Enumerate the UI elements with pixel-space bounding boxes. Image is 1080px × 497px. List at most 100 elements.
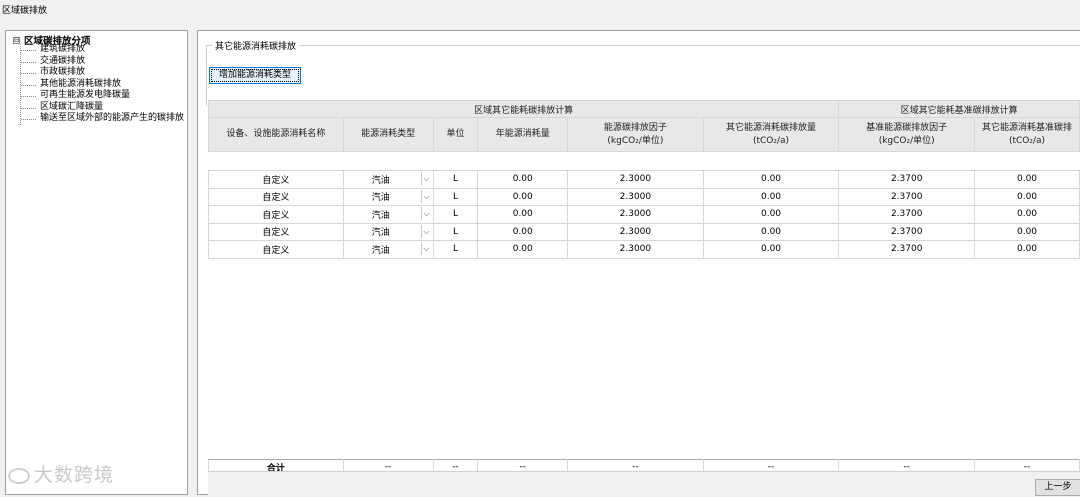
table-row[interactable]: 自定义 汽油 ⌵ L 0.00 2.3000 0.00 2.3700 0.00 [208, 187, 1080, 206]
column-header[interactable]: 单位 [432, 117, 479, 152]
energy-type-select[interactable]: 汽油 ⌵ [342, 222, 434, 241]
column-header-line2: (kgCO₂/单位) [878, 135, 935, 146]
header-spacer [208, 151, 1080, 171]
cell-emission[interactable]: 0.00 [702, 222, 840, 241]
cell-emission-factor[interactable]: 2.3000 [567, 187, 704, 206]
table-row[interactable]: 自定义 汽油 ⌵ L 0.00 2.3000 0.00 2.3700 0.00 [208, 240, 1080, 259]
tree-item-building[interactable]: 建筑碳排放 [21, 44, 184, 56]
cell-annual-consumption[interactable]: 0.00 [477, 187, 569, 206]
cell-baseline-emission[interactable]: 0.00 [974, 205, 1080, 224]
group-header-baseline: 区域其它能耗基准碳排放计算 [838, 100, 1080, 118]
column-header-line1: 单位 [446, 129, 465, 139]
add-energy-type-button[interactable]: 增加能源消耗类型 [209, 67, 301, 84]
cell-unit[interactable]: L [432, 205, 479, 224]
energy-type-select[interactable]: 汽油 ⌵ [342, 205, 434, 224]
energy-type-value: 汽油 [371, 228, 390, 239]
cell-baseline-emission[interactable]: 0.00 [974, 240, 1080, 259]
watermark-logo-icon [8, 468, 30, 484]
column-header-line1: 其它能源消耗基准碳排 [982, 122, 1073, 133]
column-header-line2: (tCO₂/a) [1008, 135, 1046, 146]
collapse-icon[interactable]: ⊟ [13, 36, 20, 44]
energy-type-value: 汽油 [371, 210, 390, 221]
cell-baseline-factor[interactable]: 2.3700 [838, 240, 976, 259]
chevron-down-icon[interactable]: ⌵ [420, 189, 432, 203]
tree-item-carbon-sink[interactable]: 区域碳汇降碳量 [21, 102, 184, 114]
cell-emission-factor[interactable]: 2.3000 [567, 222, 704, 241]
chevron-down-icon[interactable]: ⌵ [420, 172, 432, 185]
group-box [206, 45, 1080, 106]
cell-emission[interactable]: 0.00 [702, 240, 840, 259]
cell-name[interactable]: 自定义 [208, 170, 344, 189]
cell-emission-factor[interactable]: 2.3000 [567, 205, 704, 224]
data-grid[interactable]: 区域其它能耗碳排放计算 区域其它能耗基准碳排放计算 设备、设施能源消耗名称 能源… [207, 100, 1080, 476]
cell-emission-factor[interactable]: 2.3000 [567, 170, 704, 189]
column-header[interactable]: 能源碳排放因子 (kgCO₂/单位) [567, 117, 704, 152]
chevron-down-icon[interactable]: ⌵ [420, 242, 432, 255]
grid-empty-area[interactable] [208, 258, 1080, 459]
cell-emission[interactable]: 0.00 [702, 170, 840, 189]
chevron-down-icon[interactable]: ⌵ [420, 207, 432, 220]
energy-type-value: 汽油 [371, 193, 390, 204]
cell-baseline-emission[interactable]: 0.00 [974, 170, 1080, 189]
watermark: 大数跨境 [8, 460, 114, 487]
chevron-down-icon[interactable]: ⌵ [420, 224, 432, 238]
table-row[interactable]: 自定义 汽油 ⌵ L 0.00 2.3000 0.00 2.3700 0.00 [208, 205, 1080, 224]
footer-bar [208, 471, 1080, 497]
column-header-line1: 能源消耗类型 [361, 129, 416, 139]
column-header-line2: (tCO₂/a) [752, 135, 790, 146]
cell-name[interactable]: 自定义 [208, 222, 344, 241]
column-header[interactable]: 能源消耗类型 [342, 117, 434, 152]
cell-baseline-factor[interactable]: 2.3700 [838, 187, 976, 206]
table-row[interactable]: 自定义 汽油 ⌵ L 0.00 2.3000 0.00 2.3700 0.00 [208, 222, 1080, 241]
watermark-text: 大数跨境 [34, 464, 115, 486]
cell-emission[interactable]: 0.00 [702, 205, 840, 224]
energy-type-select[interactable]: 汽油 ⌵ [342, 240, 434, 259]
column-header[interactable]: 年能源消耗量 [477, 117, 569, 152]
cell-unit[interactable]: L [432, 240, 479, 259]
tree-item-other-energy[interactable]: 其他能源消耗碳排放 [21, 79, 184, 91]
column-header[interactable]: 其它能源消耗碳排放量 (tCO₂/a) [702, 117, 840, 152]
cell-baseline-factor[interactable]: 2.3700 [838, 222, 976, 241]
column-header-line1: 设备、设施能源消耗名称 [226, 129, 326, 139]
content-panel: 其它能源消耗碳排放 增加能源消耗类型 区域其它能耗碳排放计算 区域其它能耗基准碳… [197, 30, 1080, 497]
column-header-line2: (kgCO₂/单位) [607, 135, 664, 146]
tree-item-transport[interactable]: 交通碳排放 [21, 56, 184, 68]
energy-type-value: 汽油 [371, 245, 390, 256]
tree-item-municipal[interactable]: 市政碳排放 [21, 67, 184, 79]
cell-baseline-factor[interactable]: 2.3700 [838, 205, 976, 224]
category-tree[interactable]: ⊟ 区域碳排放分项 建筑碳排放 交通碳排放 市政碳排放 其他能源消耗碳排放 可再… [5, 30, 188, 495]
column-header-line1: 其它能源消耗碳排放量 [726, 122, 817, 133]
cell-emission[interactable]: 0.00 [702, 187, 840, 206]
energy-type-select[interactable]: 汽油 ⌵ [342, 170, 434, 189]
energy-type-select[interactable]: 汽油 ⌵ [342, 187, 434, 206]
tree-items: 建筑碳排放 交通碳排放 市政碳排放 其他能源消耗碳排放 可再生能源发电降碳量 区… [20, 44, 184, 125]
cell-name[interactable]: 自定义 [208, 240, 344, 259]
group-title: 其它能源消耗碳排放 [212, 39, 300, 52]
cell-baseline-emission[interactable]: 0.00 [974, 222, 1080, 241]
cell-annual-consumption[interactable]: 0.00 [477, 222, 569, 241]
cell-baseline-factor[interactable]: 2.3700 [838, 170, 976, 189]
cell-name[interactable]: 自定义 [208, 187, 344, 206]
cell-baseline-emission[interactable]: 0.00 [974, 187, 1080, 206]
column-header-line1: 基准能源碳排放因子 [866, 122, 948, 133]
column-header[interactable]: 基准能源碳排放因子 (kgCO₂/单位) [838, 117, 976, 152]
window-title: 区域碳排放 [2, 6, 48, 16]
previous-step-button[interactable]: 上一步 [1035, 479, 1080, 496]
cell-annual-consumption[interactable]: 0.00 [477, 240, 569, 259]
group-header-emission: 区域其它能耗碳排放计算 [207, 100, 840, 118]
table-row[interactable]: 自定义 汽油 ⌵ L 0.00 2.3000 0.00 2.3700 0.00 [208, 170, 1080, 189]
cell-unit[interactable]: L [432, 222, 479, 241]
column-header[interactable]: 其它能源消耗基准碳排 (tCO₂/a) [974, 117, 1080, 152]
tree-item-renewable[interactable]: 可再生能源发电降碳量 [21, 90, 184, 102]
column-header-line1: 年能源消耗量 [495, 129, 550, 139]
cell-annual-consumption[interactable]: 0.00 [477, 170, 569, 189]
tree-item-external-energy[interactable]: 输送至区域外部的能源产生的碳排放 [21, 113, 184, 125]
cell-name[interactable]: 自定义 [208, 205, 344, 224]
cell-unit[interactable]: L [432, 187, 479, 206]
column-header-line1: 能源碳排放因子 [603, 122, 667, 133]
cell-unit[interactable]: L [432, 170, 479, 189]
energy-type-value: 汽油 [371, 175, 390, 186]
column-header[interactable]: 设备、设施能源消耗名称 [208, 117, 344, 152]
cell-emission-factor[interactable]: 2.3000 [567, 240, 704, 259]
cell-annual-consumption[interactable]: 0.00 [477, 205, 569, 224]
